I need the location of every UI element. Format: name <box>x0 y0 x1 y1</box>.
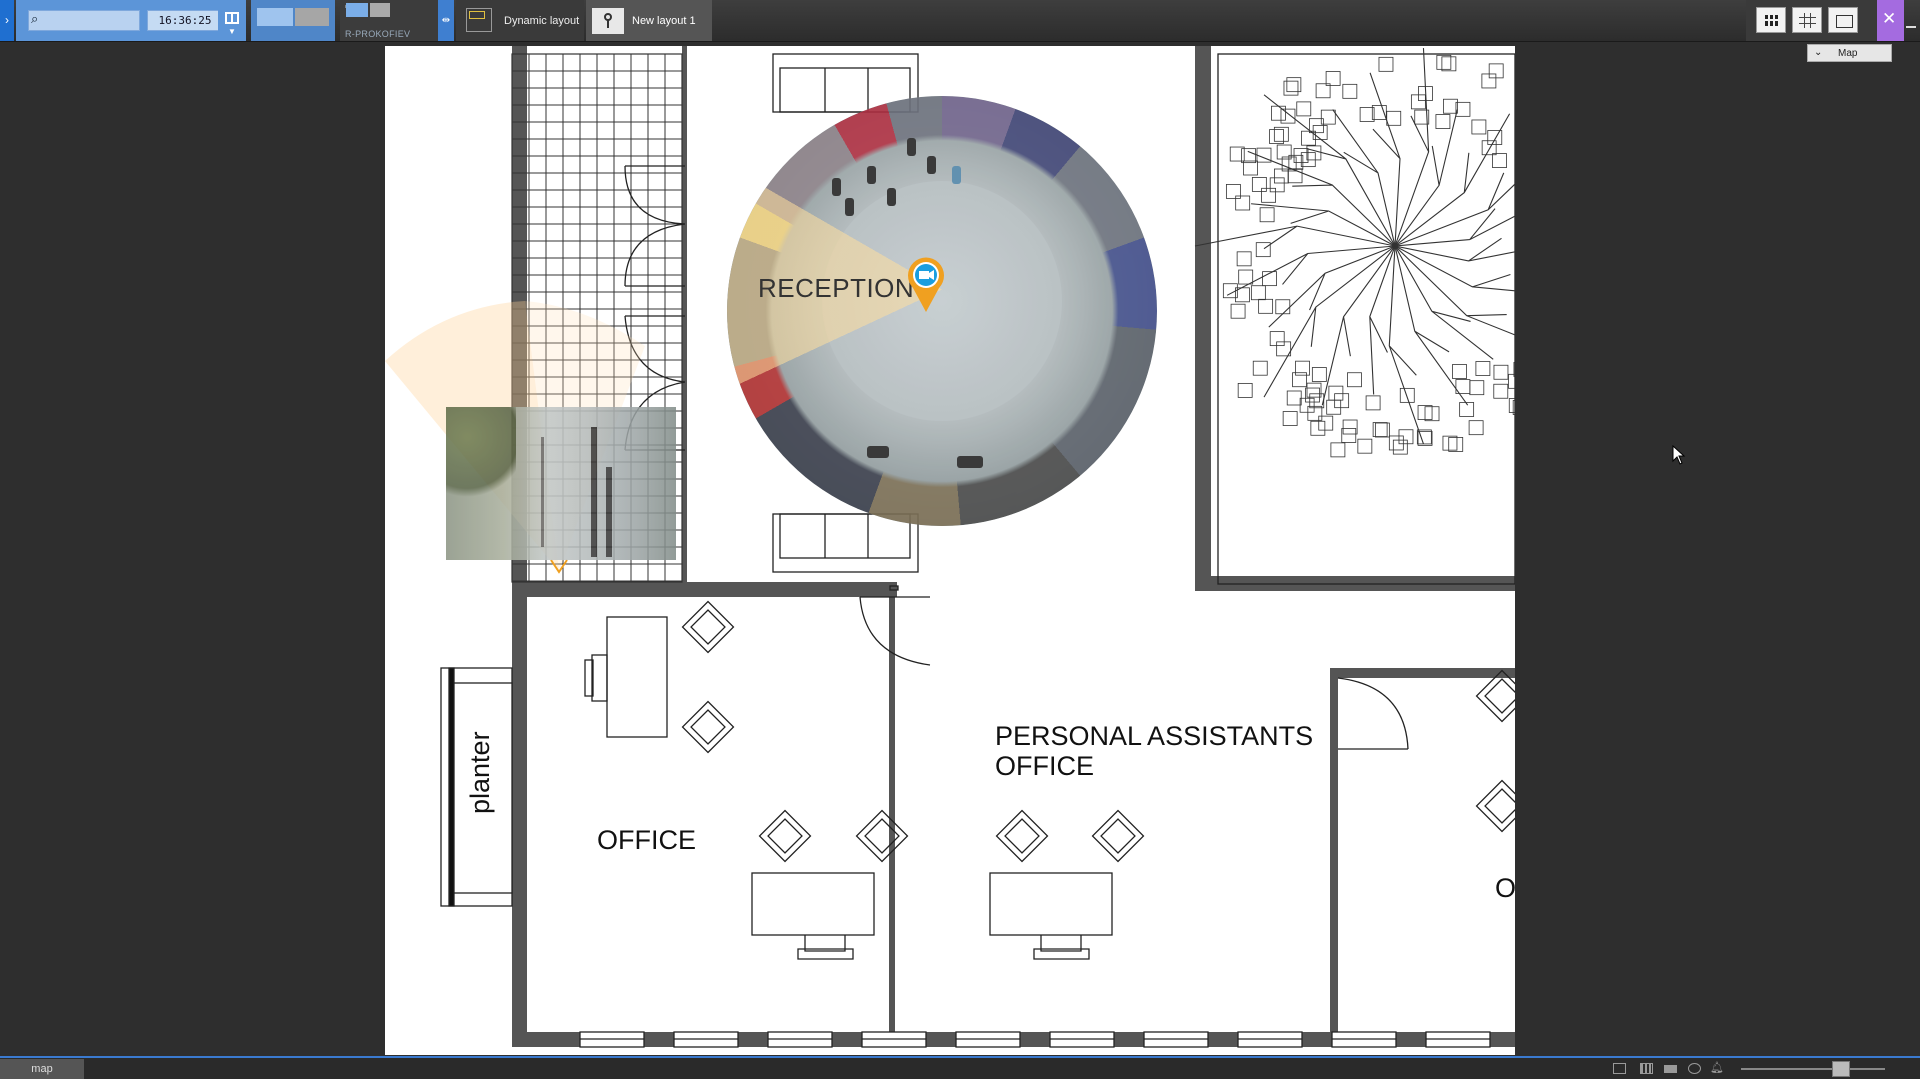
window-icon[interactable] <box>1613 1063 1626 1074</box>
thumbnail-cell <box>295 8 329 26</box>
chevron-down-icon: ▼ <box>228 27 236 36</box>
camera-icon <box>466 8 492 32</box>
room-label-truncated: O <box>1495 873 1515 904</box>
map-dropdown[interactable]: ⌄ Map <box>1807 44 1892 62</box>
room-label-pa: PERSONAL ASSISTANTS <box>995 721 1313 752</box>
room-label-reception: RECEPTION <box>758 273 914 304</box>
minimize-icon[interactable] <box>1906 26 1916 28</box>
camera-preview-thumbnail[interactable] <box>446 407 676 560</box>
wrench-icon: ✕ <box>1882 10 1896 27</box>
room-label-pa-office: OFFICE <box>995 751 1094 782</box>
view-controls <box>1746 0 1893 41</box>
dense-grid-button[interactable] <box>1792 7 1822 33</box>
top-toolbar: › ⌕ 16:36:25 ▼ ⌂ ⌂ R-PROKOFIEV ⇹ Dynamic… <box>0 0 1920 42</box>
room-label-office: OFFICE <box>597 825 696 856</box>
monitor-icon[interactable] <box>1664 1065 1677 1073</box>
server-name: R-PROKOFIEV <box>345 29 410 39</box>
tree-drawing <box>1195 48 1515 457</box>
settings-button[interactable]: ✕ <box>1877 0 1904 41</box>
tab-label: New layout 1 <box>632 15 696 27</box>
panel-splitter[interactable]: ⇹ <box>438 0 454 41</box>
search-area: ⌕ 16:36:25 <box>16 0 246 41</box>
search-input[interactable]: ⌕ <box>28 10 140 31</box>
tab-dynamic-layout[interactable]: Dynamic layout <box>456 0 584 41</box>
clock: 16:36:25 <box>147 10 223 31</box>
label-planter: planter <box>465 731 496 814</box>
single-view-icon <box>1836 15 1853 28</box>
notification-icon[interactable]: 🔔︎ <box>1710 1063 1723 1074</box>
map-pin-icon <box>592 8 624 34</box>
tab-new-layout-1[interactable]: New layout 1 <box>586 0 712 41</box>
tab-label: Dynamic layout <box>504 15 579 27</box>
map-chip-label: Map <box>1838 46 1857 62</box>
camera-pin-icon[interactable] <box>907 256 945 314</box>
grid-view-icon <box>1765 15 1778 26</box>
floor-plan-map[interactable]: RECEPTION OFFICE PERSONAL ASSISTANTS OFF… <box>385 46 1515 1055</box>
settings-icon[interactable] <box>1688 1063 1701 1074</box>
layout-grid-icon <box>225 12 239 24</box>
zoom-slider-handle[interactable] <box>1832 1061 1850 1077</box>
zoom-slider[interactable] <box>1741 1068 1885 1070</box>
grid-icon[interactable] <box>1640 1063 1653 1074</box>
grid-view-button[interactable] <box>1756 7 1786 33</box>
layout-grid-button[interactable]: ▼ <box>218 0 246 41</box>
chevron-down-icon: ⌄ <box>1814 45 1822 61</box>
layout-thumbnail-home[interactable]: ⌂ <box>251 0 335 41</box>
layout-thumbnail-server[interactable]: ⌂ R-PROKOFIEV <box>340 0 438 41</box>
expand-panel-button[interactable]: › <box>0 0 14 41</box>
bottom-status-bar: map 🔔︎ <box>0 1056 1920 1079</box>
thumbnail-cell <box>370 3 390 17</box>
thumbnail-cell <box>257 8 293 26</box>
single-view-button[interactable] <box>1828 7 1858 33</box>
thumbnail-cell <box>346 3 368 17</box>
tab-map[interactable]: map <box>0 1059 84 1079</box>
mouse-cursor-icon <box>1672 445 1686 465</box>
search-icon: ⌕ <box>31 12 45 26</box>
